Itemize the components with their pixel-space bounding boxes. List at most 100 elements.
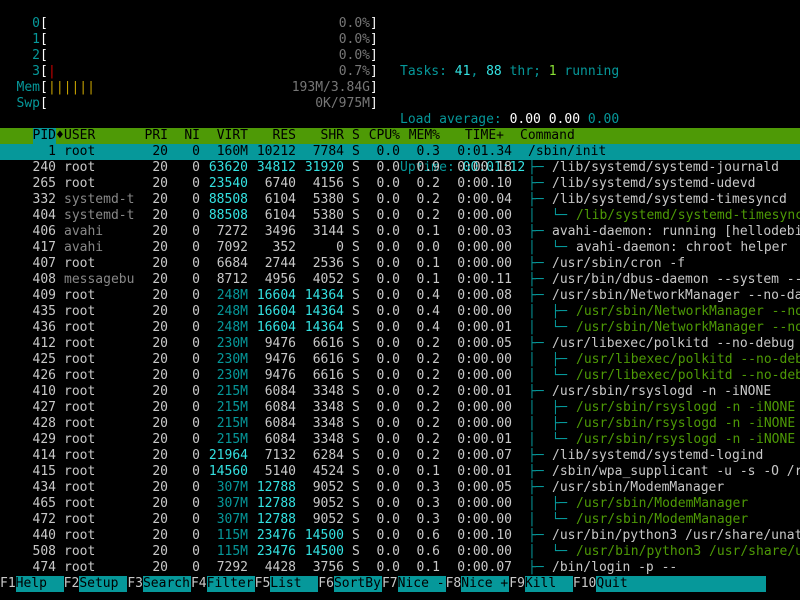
cell-cpu: 0.0 [376,304,400,319]
cell-s: S [352,208,360,223]
column-header-time-[interactable]: TIME+ [465,128,504,144]
cell-s: S [352,368,360,383]
meter-bracket-left: [ [40,96,48,111]
column-header-pid[interactable]: PID [32,128,56,144]
cell-mem: 0.2 [416,176,440,191]
fkey-filter-button[interactable]: Filter [206,576,255,592]
process-row[interactable]: 426 root 20 0 230M 9476 6616 S 0.0 0.2 0:00.00 │ └─… [0,368,800,384]
cell-ni: 0 [192,288,200,303]
tasks-count: 41 [454,64,471,79]
cell-time: 0:00.00 [457,256,512,271]
process-row[interactable]: 465 root 20 0 307M 12788 9052 S 0.0 0.3 0:00.00 │ ├… [0,496,800,512]
cell-pid: 410 [32,384,56,399]
cell-mem: 0.4 [416,304,440,319]
process-table-header: PID USER PRI NI VIRT RES SHR S CPU% MEM% TIME+ Comm… [0,128,800,144]
process-row[interactable]: 429 root 20 0 215M 6084 3348 S 0.0 0.2 0:00.01 │ └─… [0,432,800,448]
fkey-list-button[interactable]: List [270,576,319,592]
process-row[interactable]: 474 root 20 0 7292 4428 3756 S 0.0 0.1 0:00.07 ├─ /… [0,560,800,576]
process-row[interactable]: 440 root 20 0 115M 23476 14500 S 0.0 0.6 0:00.10 ├─… [0,528,800,544]
tree-branch: │ ├─ [528,400,575,415]
process-row[interactable]: 1 root 20 0 160M 10212 7784 S 0.0 0.3 0:01.34/sbin… [0,144,800,160]
cell-mem: 0.9 [416,160,440,175]
cell-pri: 20 [152,384,168,399]
process-list[interactable]: 1 root 20 0 160M 10212 7784 S 0.0 0.3 0:01.34/sbin… [0,144,800,576]
column-header-ni[interactable]: NI [184,128,200,144]
cell-s: S [352,304,360,319]
fkey-quit-button[interactable]: Quit [596,576,767,592]
fkey-setup-button[interactable]: Setup [79,576,128,592]
cell-cpu: 0.0 [376,320,400,335]
process-command: /usr/sbin/rsyslogd -n -iNONE [576,416,796,431]
process-row[interactable]: 472 root 20 0 307M 12788 9052 S 0.0 0.3 0:00.00 │ └… [0,512,800,528]
process-row[interactable]: 428 root 20 0 215M 6084 3348 S 0.0 0.2 0:00.00 │ ├─… [0,416,800,432]
column-header-cpu-[interactable]: CPU% [369,128,400,144]
process-row[interactable]: 410 root 20 0 215M 6084 3348 S 0.0 0.2 0:00.01 ├─ /… [0,384,800,400]
process-row[interactable]: 436 root 20 0 248M 16604 14364 S 0.0 0.4 0:00.01 │ … [0,320,800,336]
process-row[interactable]: 415 root 20 0 14560 5140 4524 S 0.0 0.1 0:00.01 ├─ … [0,464,800,480]
cell-s: S [352,240,360,255]
cell-shr: 9052 [312,512,344,527]
cell-res: 7132 [264,448,296,463]
cell-pri: 20 [152,464,168,479]
process-row[interactable]: 408 messagebu 20 0 8712 4956 4052 S 0.0 0.1 0:00.1… [0,272,800,288]
process-row[interactable]: 240 root 20 0 63620 34812 31920 S 0.0 0.9 0:00.18 ├… [0,160,800,176]
fkey-kill-button[interactable]: Kill [524,576,573,592]
fkey-help-button[interactable]: Help [15,576,64,592]
meter-bracket-left: [ [40,80,48,95]
cell-shr: 6616 [312,352,344,367]
cell-user: root [64,528,96,543]
cell-time: 0:00.00 [457,544,512,559]
process-row[interactable]: 425 root 20 0 230M 9476 6616 S 0.0 0.2 0:00.00 │ ├─… [0,352,800,368]
column-header-command[interactable]: Command [520,128,575,144]
process-row[interactable]: 414 root 20 0 21964 7132 6284 S 0.0 0.2 0:00.07 ├─ … [0,448,800,464]
column-header-mem-[interactable]: MEM% [409,128,440,144]
cell-time: 0:00.08 [457,288,512,303]
cell-cpu: 0.0 [376,368,400,383]
process-row[interactable]: 427 root 20 0 215M 6084 3348 S 0.0 0.2 0:00.00 │ ├─… [0,400,800,416]
cell-s: S [352,272,360,287]
fkey-nice-button[interactable]: Nice + [461,576,510,592]
cell-cpu: 0.0 [376,432,400,447]
column-header-user[interactable]: USER [64,128,95,144]
column-header-res[interactable]: RES [273,128,296,144]
process-row[interactable]: 412 root 20 0 230M 9476 6616 S 0.0 0.2 0:00.05 ├─ /… [0,336,800,352]
process-row[interactable]: 434 root 20 0 307M 12788 9052 S 0.0 0.3 0:00.05 ├─ … [0,480,800,496]
process-row[interactable]: 508 root 20 0 115M 23476 14500 S 0.0 0.6 0:00.00 │ … [0,544,800,560]
fkey-nice-button[interactable]: Nice - [397,576,446,592]
tree-branch: ├─ [528,464,552,479]
cell-ni: 0 [192,240,200,255]
process-row[interactable]: 265 root 20 0 23540 6740 4156 S 0.0 0.2 0:00.10 ├─ … [0,176,800,192]
cell-s: S [352,144,360,159]
column-header-virt[interactable]: VIRT [217,128,248,144]
meter-value: 0K/975M [315,96,370,111]
process-row[interactable]: 417 avahi 20 0 7092 352 0 S 0.0 0.0 0:00.00 │ └─ av… [0,240,800,256]
cell-shr: 9052 [312,496,344,511]
cell-time: 0:00.00 [457,368,512,383]
fkey-f1: F1 [0,576,16,591]
process-row[interactable]: 409 root 20 0 248M 16604 14364 S 0.0 0.4 0:00.08 ├─… [0,288,800,304]
cell-pid: 436 [32,320,56,335]
cell-pri: 20 [152,368,168,383]
cell-user: avahi [64,240,104,255]
column-header-s[interactable]: S [352,128,360,144]
cell-s: S [352,512,360,527]
cell-ni: 0 [192,528,200,543]
column-header-pri[interactable]: PRI [145,128,168,144]
process-row[interactable]: 406 avahi 20 0 7272 3496 3144 S 0.0 0.1 0:00.03 ├─ … [0,224,800,240]
process-command: /lib/systemd/systemd-journald [552,160,779,175]
process-command: /usr/sbin/cron -f [552,256,686,271]
fkey-sortby-button[interactable]: SortBy [333,576,382,592]
process-row[interactable]: 435 root 20 0 248M 16604 14364 S 0.0 0.4 0:00.00 │ … [0,304,800,320]
cell-shr: 0 [336,240,344,255]
tree-branch: ├─ [528,560,552,575]
meter-value: 0.7% [338,64,370,79]
column-header-shr[interactable]: SHR [321,128,344,144]
cell-pid: 472 [32,512,56,527]
process-row[interactable]: 404 systemd-t 20 0 88508 6104 5380 S 0.0 0.2 0:00.… [0,208,800,224]
process-row[interactable]: 332 systemd-t 20 0 88508 6104 5380 S 0.0 0.2 0:00.… [0,192,800,208]
process-row[interactable]: 407 root 20 0 6684 2744 2536 S 0.0 0.1 0:00.00 ├─ /… [0,256,800,272]
cell-time: 0:00.18 [457,160,512,175]
fkey-search-button[interactable]: Search [142,576,191,592]
cell-pid: 409 [32,288,56,303]
cell-cpu: 0.0 [376,416,400,431]
